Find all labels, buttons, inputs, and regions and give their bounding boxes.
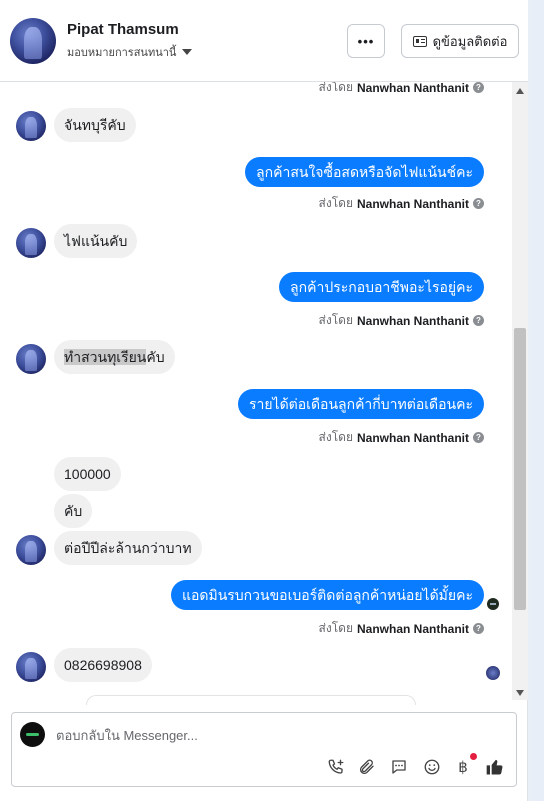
contact-avatar[interactable] <box>10 18 56 64</box>
saved-reply-icon[interactable] <box>389 757 409 777</box>
contact-avatar-small[interactable] <box>16 111 46 141</box>
selected-text[interactable]: ทำสวนทุเรียน <box>64 349 147 365</box>
attachment-icon[interactable] <box>357 757 377 777</box>
view-contact-info-label: ดูข้อมูลติดต่อ <box>432 33 508 49</box>
incoming-message[interactable]: ทำสวนทุเรียนคับ <box>54 340 175 374</box>
notification-dot <box>470 753 477 760</box>
thread-scrollbar[interactable] <box>512 82 528 700</box>
outgoing-message[interactable]: ลูกค้าสนใจซื้อสดหรือจัดไฟแน้นช์คะ <box>245 157 484 187</box>
scroll-up-arrow-icon[interactable] <box>516 88 524 94</box>
info-icon[interactable]: ? <box>473 432 484 443</box>
assign-conversation-dropdown[interactable]: มอบหมายการสนทนานี้ <box>67 43 193 61</box>
incoming-message[interactable]: 100000 <box>54 457 121 491</box>
message-thread[interactable]: ส่งโดย Nanwhan Nanthanit ? จันทบุรีคับ ล… <box>0 82 512 700</box>
outgoing-message[interactable]: รายได้ต่อเดือนลูกค้ากี่บาทต่อเดือนคะ <box>237 389 484 419</box>
sent-by-label: ส่งโดย Nanwhan Nanthanit ? <box>319 428 484 447</box>
conversation-header: Pipat Thamsum มอบหมายการสนทนานี้ ••• ดูข… <box>0 0 528 82</box>
id-card-icon <box>412 35 427 47</box>
quick-reply-card-edge <box>86 695 416 705</box>
reply-input[interactable] <box>56 725 496 745</box>
reply-composer: ฿ <box>11 712 517 787</box>
incoming-message[interactable]: ต่อปีปีล่ะล้านกว่าบาท <box>54 531 202 565</box>
thumbs-up-icon[interactable] <box>485 757 505 777</box>
contact-avatar-small[interactable] <box>16 344 46 374</box>
outgoing-message[interactable]: ลูกค้าประกอบอาชีพอะไรอยู่คะ <box>279 272 484 302</box>
scroll-down-arrow-icon[interactable] <box>516 690 524 696</box>
conversation-panel: Pipat Thamsum มอบหมายการสนทนานี้ ••• ดูข… <box>0 0 528 801</box>
sent-by-label: ส่งโดย Nanwhan Nanthanit ? <box>319 619 484 638</box>
baht-icon[interactable]: ฿ <box>453 757 473 777</box>
seen-indicator <box>487 598 499 610</box>
ellipsis-icon: ••• <box>357 33 375 49</box>
contact-avatar-small[interactable] <box>16 228 46 258</box>
page-avatar <box>20 722 45 747</box>
info-icon[interactable]: ? <box>473 623 484 634</box>
scrollbar-thumb[interactable] <box>514 328 526 610</box>
emoji-icon[interactable] <box>422 757 442 777</box>
contact-avatar-small[interactable] <box>16 652 46 682</box>
info-icon[interactable]: ? <box>473 315 484 326</box>
info-icon[interactable]: ? <box>473 82 484 93</box>
phone-plus-icon[interactable] <box>326 757 346 777</box>
incoming-message[interactable]: 0826698908 <box>54 648 152 682</box>
sent-by-label: ส่งโดย Nanwhan Nanthanit ? <box>319 194 484 213</box>
sent-by-label: ส่งโดย Nanwhan Nanthanit ? <box>319 311 484 330</box>
read-receipt-avatar <box>486 666 500 680</box>
sent-by-label: ส่งโดย Nanwhan Nanthanit ? <box>319 82 484 97</box>
contact-name[interactable]: Pipat Thamsum <box>67 21 179 38</box>
assign-label: มอบหมายการสนทนานี้ <box>67 47 177 59</box>
outgoing-message[interactable]: แอดมินรบกวนขอเบอร์ติดต่อลูกค้าหน่อยได้มั… <box>170 580 484 610</box>
caret-down-icon <box>182 49 193 55</box>
incoming-message[interactable]: จันทบุรีคับ <box>54 108 136 142</box>
info-icon[interactable]: ? <box>473 198 484 209</box>
view-contact-info-button[interactable]: ดูข้อมูลติดต่อ <box>401 24 519 58</box>
incoming-message[interactable]: คับ <box>54 494 93 528</box>
contact-avatar-small[interactable] <box>16 535 46 565</box>
more-options-button[interactable]: ••• <box>347 24 385 58</box>
incoming-message[interactable]: ไฟแน้นคับ <box>54 224 138 258</box>
